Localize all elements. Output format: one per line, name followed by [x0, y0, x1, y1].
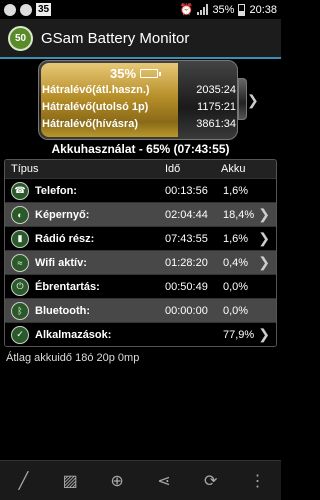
remaining-label: Hátralévő(átl.haszn.)	[42, 84, 150, 96]
chart-button[interactable]: ╱	[5, 466, 41, 496]
battery-remaining-row: Hátralévő(utolsó 1p) 1175:21	[42, 101, 236, 113]
battery-tip	[238, 78, 247, 120]
wifi-icon: ≈	[11, 253, 29, 272]
row-name: Képernyő:	[35, 208, 90, 221]
table-row[interactable]: ◐ Képernyő: 02:04:44 18,4% ❯	[5, 202, 276, 226]
chart-icon: ╱	[18, 472, 29, 490]
sync-icon	[20, 3, 32, 16]
alarm-icon: ⏰	[179, 4, 194, 16]
table-row[interactable]: ▮ Rádió rész: 07:43:55 1,6% ❯	[5, 226, 276, 250]
row-battery: 1,6%	[223, 232, 249, 245]
table-row[interactable]: ☎ Telefon: 00:13:56 1,6%	[5, 178, 276, 202]
row-battery: 18,4%	[223, 208, 255, 221]
battery-remaining-row: Hátralévő(hívásra) 3861:34	[42, 118, 236, 130]
row-time: 00:13:56	[165, 184, 208, 197]
add-button[interactable]: ⊕	[99, 466, 135, 496]
refresh-button[interactable]: ⟳	[193, 466, 229, 496]
app-logo[interactable]: 50	[8, 25, 33, 51]
row-battery: 77,9%	[223, 328, 255, 341]
table-row[interactable]: ᛒ Bluetooth: 00:00:00 0,0%	[5, 298, 276, 322]
row-name: Bluetooth:	[35, 304, 90, 317]
row-name: Alkalmazások:	[35, 328, 112, 341]
remaining-label: Hátralévő(utolsó 1p)	[42, 101, 149, 113]
bottom-toolbar: ╱ ▨ ⊕ ⋖ ⟳ ⋮	[0, 460, 281, 500]
remaining-label: Hátralévő(hívásra)	[42, 118, 138, 130]
row-battery: 0,0%	[223, 280, 249, 293]
more-button[interactable]: ⋮	[240, 466, 276, 496]
clock-text: 20:38	[249, 3, 277, 16]
row-chevron-icon[interactable]: ❯	[258, 230, 270, 247]
app-title: GSam Battery Monitor	[41, 29, 190, 47]
battery-small-icon	[140, 69, 162, 78]
row-name: Rádió rész:	[35, 232, 95, 245]
table-row[interactable]: ✓ Alkalmazások: 77,9% ❯	[5, 322, 276, 346]
phone-icon: ☎	[11, 181, 29, 200]
row-battery: 1,6%	[223, 184, 249, 197]
table-row[interactable]: ≈ Wifi aktív: 01:28:20 0,4% ❯	[5, 250, 276, 274]
more-icon: ⋮	[249, 472, 266, 490]
notification-count-badge: 35	[36, 3, 52, 16]
row-name: Ébrentartás:	[35, 280, 100, 293]
header-type: Típus	[11, 163, 39, 175]
average-battery-time: Átlag akkuidő 18ó 20p 0mp	[6, 352, 140, 364]
image-icon: ▨	[62, 472, 78, 490]
battery-icon	[238, 3, 246, 16]
share-button[interactable]: ⋖	[146, 466, 182, 496]
row-time: 07:43:55	[165, 232, 208, 245]
header-time: Idő	[165, 163, 181, 175]
screen-icon: ◐	[11, 205, 29, 224]
header-battery: Akku	[221, 163, 246, 175]
row-time: 01:28:20	[165, 256, 208, 269]
row-chevron-icon[interactable]: ❯	[258, 326, 270, 343]
battery-level: 35%	[110, 66, 162, 81]
bluetooth-icon: ᛒ	[11, 301, 29, 320]
remaining-value: 1175:21	[197, 101, 236, 113]
table-header: Típus Idő Akku	[5, 160, 276, 178]
share-icon: ⋖	[157, 472, 171, 490]
row-chevron-icon[interactable]: ❯	[258, 206, 270, 223]
add-icon: ⊕	[110, 472, 124, 490]
app-bar: 50 GSam Battery Monitor	[0, 19, 281, 59]
signal-icon	[197, 4, 209, 15]
row-time: 02:04:44	[165, 208, 208, 221]
row-chevron-icon[interactable]: ❯	[258, 254, 270, 271]
row-time: 00:50:49	[165, 280, 208, 293]
table-row[interactable]: ⏻ Ébrentartás: 00:50:49 0,0%	[5, 274, 276, 298]
status-bar: 35 ⏰ 35% 20:38	[0, 0, 281, 19]
radio-signal-icon: ▮	[11, 229, 29, 248]
row-name: Telefon:	[35, 184, 77, 197]
row-name: Wifi aktív:	[35, 256, 87, 269]
refresh-icon: ⟳	[204, 472, 218, 490]
usage-table: Típus Idő Akku ☎ Telefon: 00:13:56 1,6% ◐ Kép…	[4, 159, 277, 347]
apps-icon: ✓	[11, 325, 29, 344]
battery-remaining-row: Hátralévő(átl.haszn.) 2035:24	[42, 84, 236, 96]
battery-chevron-icon[interactable]: ❯	[247, 92, 259, 109]
battery-percent-text: 35%	[212, 3, 235, 16]
usage-title: Akkuhasználat - 65% (07:43:55)	[51, 142, 230, 156]
row-time: 00:00:00	[165, 304, 208, 317]
power-icon: ⏻	[11, 277, 29, 296]
row-battery: 0,4%	[223, 256, 249, 269]
remaining-value: 2035:24	[196, 84, 236, 96]
image-button[interactable]: ▨	[52, 466, 88, 496]
notification-icon	[4, 3, 16, 16]
remaining-value: 3861:34	[196, 118, 236, 130]
battery-level-text: 35%	[110, 66, 137, 81]
row-battery: 0,0%	[223, 304, 249, 317]
